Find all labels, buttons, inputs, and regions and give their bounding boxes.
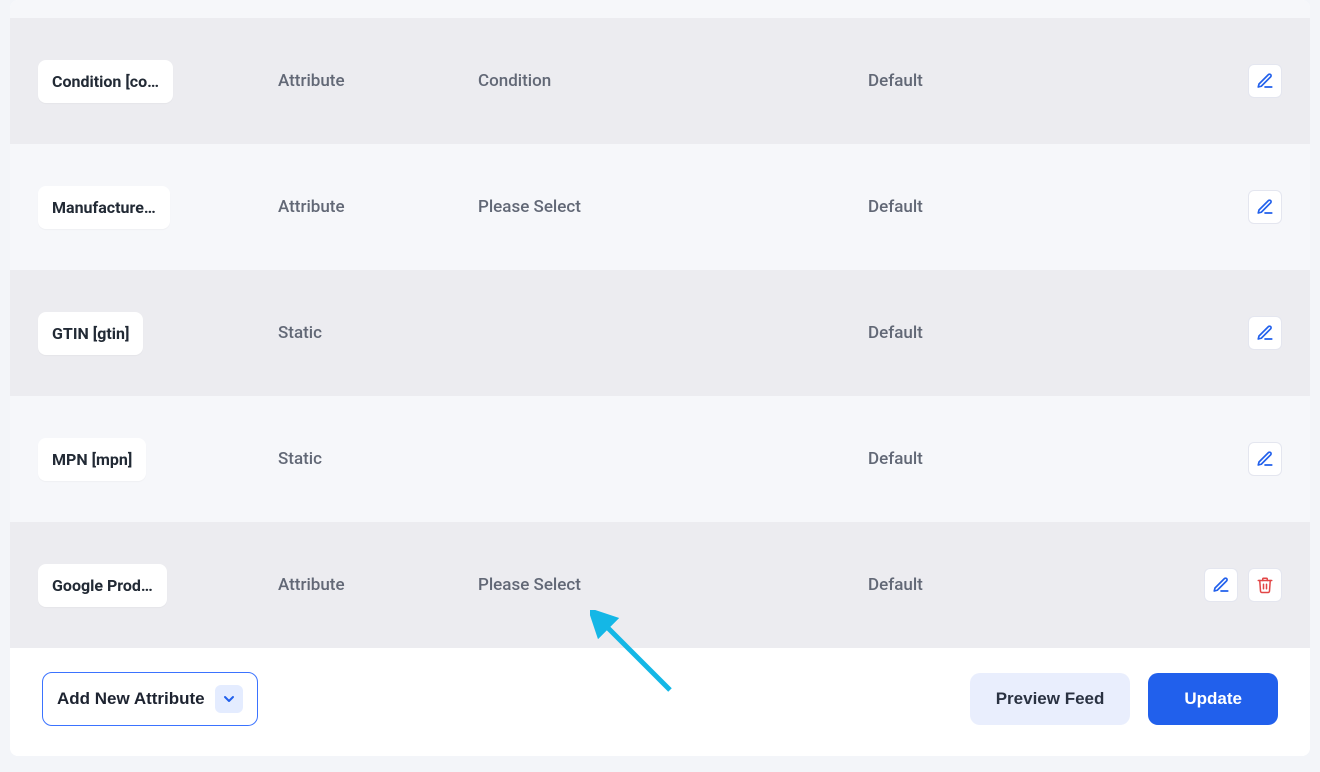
pencil-icon	[1256, 198, 1274, 216]
attribute-scope: Default	[868, 197, 1148, 217]
attribute-row: Manufacture… Attribute Please Select Def…	[10, 144, 1310, 270]
attribute-name-cell: Google Prod…	[38, 564, 278, 607]
pencil-icon	[1256, 72, 1274, 90]
attribute-name-cell: Condition [co…	[38, 60, 278, 103]
row-actions	[1148, 316, 1282, 350]
update-button[interactable]: Update	[1148, 673, 1278, 725]
trash-icon	[1256, 576, 1274, 594]
attribute-row: GTIN [gtin] Static Default	[10, 270, 1310, 396]
attribute-scope: Default	[868, 575, 1148, 595]
attribute-rows: Condition [co… Attribute Condition Defau…	[10, 18, 1310, 648]
attribute-type: Attribute	[278, 71, 478, 91]
attribute-row: Condition [co… Attribute Condition Defau…	[10, 18, 1310, 144]
edit-button[interactable]	[1204, 568, 1238, 602]
attribute-name-chip: Manufacture…	[38, 186, 170, 229]
attribute-name-cell: MPN [mpn]	[38, 438, 278, 481]
pencil-icon	[1212, 576, 1230, 594]
edit-button[interactable]	[1248, 190, 1282, 224]
pencil-icon	[1256, 450, 1274, 468]
attribute-type: Static	[278, 323, 478, 343]
attribute-name-chip: MPN [mpn]	[38, 438, 146, 481]
row-actions	[1148, 442, 1282, 476]
chevron-down-icon	[215, 685, 243, 713]
attribute-row: Google Prod… Attribute Please Select Def…	[10, 522, 1310, 648]
attribute-name-cell: GTIN [gtin]	[38, 312, 278, 355]
feed-attributes-panel: Condition [co… Attribute Condition Defau…	[10, 0, 1310, 756]
edit-button[interactable]	[1248, 64, 1282, 98]
add-new-attribute-label: Add New Attribute	[57, 689, 205, 709]
attribute-type: Attribute	[278, 197, 478, 217]
attribute-scope: Default	[868, 71, 1148, 91]
edit-button[interactable]	[1248, 442, 1282, 476]
footer-right-actions: Preview Feed Update	[970, 673, 1278, 725]
attribute-name-cell: Manufacture…	[38, 186, 278, 229]
edit-button[interactable]	[1248, 316, 1282, 350]
preview-feed-button[interactable]: Preview Feed	[970, 673, 1131, 725]
attribute-name-chip: Google Prod…	[38, 564, 167, 607]
attribute-value: Please Select	[478, 197, 868, 217]
panel-top-strip	[10, 0, 1310, 18]
attribute-name-chip: GTIN [gtin]	[38, 312, 143, 355]
row-actions	[1148, 190, 1282, 224]
attribute-type: Static	[278, 449, 478, 469]
row-actions	[1148, 64, 1282, 98]
attribute-scope: Default	[868, 323, 1148, 343]
attribute-name-chip: Condition [co…	[38, 60, 173, 103]
attribute-scope: Default	[868, 449, 1148, 469]
attribute-value: Please Select	[478, 575, 868, 595]
pencil-icon	[1256, 324, 1274, 342]
panel-footer: Add New Attribute Preview Feed Update	[10, 648, 1310, 756]
row-actions	[1148, 568, 1282, 602]
attribute-row: MPN [mpn] Static Default	[10, 396, 1310, 522]
delete-button[interactable]	[1248, 568, 1282, 602]
add-new-attribute-button[interactable]: Add New Attribute	[42, 672, 258, 726]
attribute-type: Attribute	[278, 575, 478, 595]
attribute-value: Condition	[478, 71, 868, 91]
